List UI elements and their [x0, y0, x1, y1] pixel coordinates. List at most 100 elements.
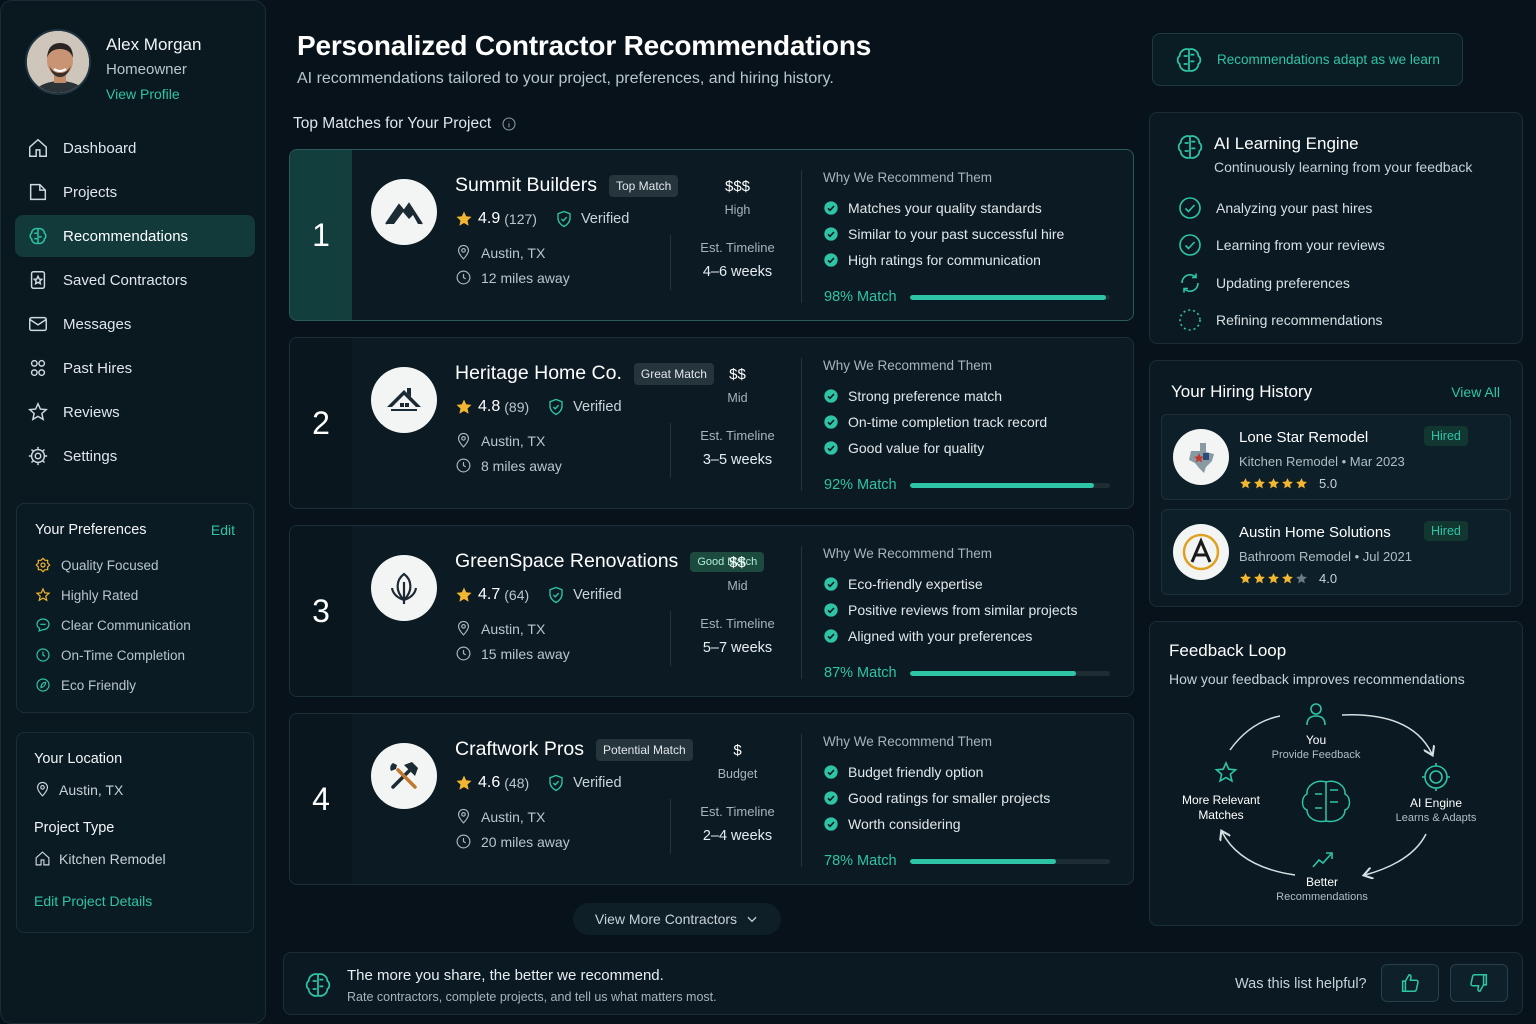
- hire-item[interactable]: Lone Star Remodel Kitchen Remodel • Mar …: [1161, 414, 1511, 500]
- rank-number: 1: [290, 150, 352, 320]
- edit-project-details-link[interactable]: Edit Project Details: [34, 893, 236, 909]
- hire-item[interactable]: Austin Home Solutions Bathroom Remodel •…: [1161, 509, 1511, 595]
- project-type-title: Project Type: [34, 820, 115, 836]
- user-role: Homeowner: [106, 61, 187, 78]
- avatar[interactable]: [25, 29, 91, 95]
- match-bar: [910, 858, 1110, 864]
- contractor-location: Austin, TX: [455, 808, 545, 825]
- clock-icon: [456, 834, 471, 849]
- contractor-card-1[interactable]: 1 Summit Builders Top Match 4.9 (127) Ve…: [289, 149, 1134, 321]
- price-label: Budget: [717, 767, 758, 781]
- nav-item-label: Projects: [63, 183, 118, 201]
- contractor-distance: 8 miles away: [455, 457, 562, 474]
- nav-item-label: Past Hires: [63, 359, 133, 377]
- review-count: (127): [504, 211, 537, 227]
- contractor-logo: [371, 743, 437, 809]
- page-title: Personalized Contractor Recommendations: [297, 30, 872, 61]
- star-icon: [35, 587, 51, 602]
- nav-item-reviews[interactable]: Reviews: [15, 391, 255, 433]
- location-card: Your Location Austin, TX Project Type Ki…: [16, 732, 254, 933]
- why-recommend: Why We Recommend Them Strong preference …: [823, 358, 1123, 461]
- match-bar-fill: [910, 670, 1076, 676]
- page-subtitle: AI recommendations tailored to your proj…: [297, 70, 834, 87]
- why-title: Why We Recommend Them: [823, 734, 993, 749]
- why-recommend: Why We Recommend Them Budget friendly op…: [823, 734, 1123, 837]
- nav-item-messages[interactable]: Messages: [15, 303, 255, 345]
- star-icon: [1240, 573, 1251, 584]
- star-icon: [1254, 478, 1265, 489]
- view-all-link[interactable]: View All: [1451, 384, 1500, 400]
- rank-number: 4: [290, 714, 352, 884]
- preference-item: Clear Communication: [35, 610, 235, 640]
- nav-item-settings[interactable]: Settings: [15, 435, 255, 477]
- sidebar: Alex Morgan Homeowner View Profile Dashb…: [0, 0, 266, 1024]
- nav-item-dashboard[interactable]: Dashboard: [15, 127, 255, 169]
- helpful-question: Was this list helpful?: [1235, 976, 1367, 992]
- price-label: High: [724, 203, 751, 217]
- contractor-card-2[interactable]: 2 Heritage Home Co. Great Match 4.8 (89)…: [289, 337, 1134, 509]
- feedback-footer: The more you share, the better we recomm…: [283, 952, 1523, 1015]
- divider: [801, 546, 802, 679]
- preferences-title: Your Preferences: [35, 522, 147, 538]
- review-count: (64): [504, 587, 530, 603]
- price-symbol: $$: [729, 554, 746, 571]
- contractor-name[interactable]: Summit Builders: [455, 174, 597, 197]
- clock-icon: [456, 270, 471, 285]
- divider: [801, 170, 802, 303]
- project-type-value: Kitchen Remodel: [34, 850, 236, 867]
- star-icon: [456, 775, 472, 790]
- hiring-history-panel: Your Hiring History View All Lone Star R…: [1149, 360, 1523, 607]
- nav-item-recommendations[interactable]: Recommendations: [15, 215, 255, 257]
- thumbs-up-button[interactable]: [1381, 964, 1439, 1002]
- check-circle-icon: [1179, 196, 1201, 219]
- check-circle-icon: [824, 389, 838, 403]
- clock-icon: [36, 648, 50, 662]
- contractor-logo: [1173, 429, 1229, 485]
- est-timeline: Est. Timeline 5–7 weeks: [685, 616, 790, 656]
- reason-item: Aligned with your preferences: [823, 623, 1123, 649]
- rating: 4.9 (127) Verified: [455, 210, 629, 228]
- nav-item-past-hires[interactable]: Past Hires: [15, 347, 255, 389]
- clock-icon: [456, 646, 471, 661]
- match-label: 98% Match: [824, 289, 897, 305]
- thumbs-down-button[interactable]: [1450, 964, 1508, 1002]
- thumbs-down-icon: [1470, 973, 1488, 993]
- nav-item-saved-contractors[interactable]: Saved Contractors: [15, 259, 255, 301]
- price-label: Mid: [727, 579, 748, 593]
- star-icon: [1254, 573, 1265, 584]
- reason-item: Good value for quality: [823, 435, 1123, 461]
- view-profile-link[interactable]: View Profile: [106, 86, 201, 102]
- footer-subtitle: Rate contractors, complete projects, and…: [347, 990, 717, 1004]
- check-circle-icon: [824, 603, 838, 617]
- hammer-wrench-logo-icon: [390, 762, 418, 789]
- star-icon: [1214, 761, 1238, 783]
- verified-badge: Verified: [547, 774, 622, 792]
- match-label: 78% Match: [824, 853, 897, 869]
- contractor-logo: [371, 367, 437, 433]
- reason-item: On-time completion track record: [823, 409, 1123, 435]
- chevron-down-icon: [747, 916, 757, 923]
- contractor-name[interactable]: GreenSpace Renovations: [455, 550, 678, 573]
- hire-detail: Bathroom Remodel • Jul 2021: [1239, 549, 1412, 564]
- nav-item-projects[interactable]: Projects: [15, 171, 255, 213]
- contractor-card-4[interactable]: 4 Craftwork Pros Potential Match 4.6 (48…: [289, 713, 1134, 885]
- contractor-location: Austin, TX: [455, 244, 545, 261]
- star-icon: [1282, 573, 1293, 584]
- view-more-button[interactable]: View More Contractors: [573, 903, 781, 935]
- contractor-location: Austin, TX: [455, 432, 545, 449]
- info-icon[interactable]: [501, 116, 517, 132]
- nav-item-label: Messages: [63, 315, 132, 333]
- why-title: Why We Recommend Them: [823, 358, 993, 373]
- check-circle-icon: [824, 577, 838, 591]
- rating: 4.6 (48) Verified: [455, 774, 622, 792]
- edit-preferences-link[interactable]: Edit: [211, 522, 235, 538]
- user-icon: [1306, 703, 1326, 726]
- brain-icon: [1176, 47, 1202, 72]
- rating-value: 4.8: [478, 398, 501, 415]
- est-timeline: Est. Timeline 2–4 weeks: [685, 804, 790, 844]
- contractor-card-3[interactable]: 3 GreenSpace Renovations Good Match 4.7 …: [289, 525, 1134, 697]
- gear-icon: [28, 446, 48, 466]
- contractor-name[interactable]: Craftwork Pros: [455, 738, 584, 761]
- contractor-name[interactable]: Heritage Home Co.: [455, 362, 622, 385]
- why-title: Why We Recommend Them: [823, 546, 993, 561]
